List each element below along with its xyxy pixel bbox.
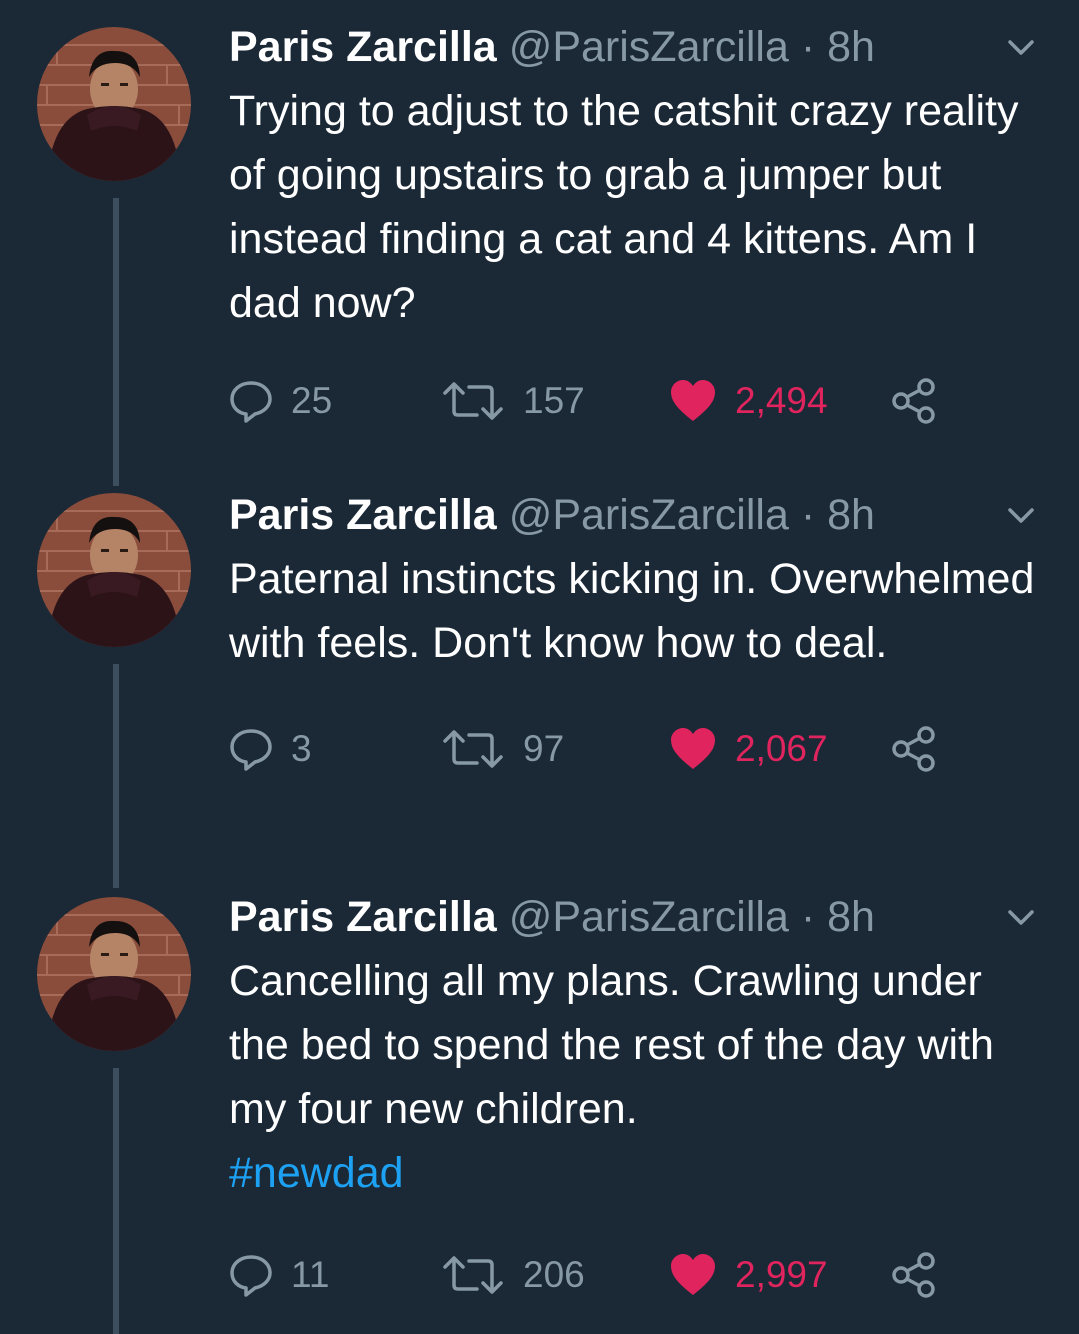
thread-connector [113, 1068, 119, 1334]
tweet-header: Paris Zarcilla @ParisZarcilla · 8h [229, 15, 1039, 79]
tweet-content: Paris Zarcilla @ParisZarcilla · 8h Cance… [229, 885, 1039, 1305]
retweet-arrows-icon [443, 730, 503, 768]
heart-icon [671, 1254, 715, 1295]
avatar[interactable] [37, 897, 191, 1051]
like-count: 2,067 [735, 728, 828, 769]
tweet-thread: Paris Zarcilla @ParisZarcilla · 8h Tryin… [0, 0, 1079, 1334]
tweet-actions: 11 206 2,997 [229, 1245, 1039, 1305]
retweet-count: 97 [523, 728, 565, 769]
avatar[interactable] [37, 27, 191, 181]
tweet-content: Paris Zarcilla @ParisZarcilla · 8h Tryin… [229, 15, 1039, 431]
heart-icon [671, 728, 715, 769]
share-nodes-icon [892, 378, 935, 424]
user-handle[interactable]: @ParisZarcilla [509, 23, 789, 71]
separator: · [788, 893, 828, 941]
tweet-body: Paternal instincts kicking in. Overwhelm… [229, 555, 1035, 667]
avatar[interactable] [37, 493, 191, 647]
speech-bubble-icon [230, 1255, 272, 1297]
like-button[interactable]: 2,997 [669, 1245, 828, 1305]
retweet-button[interactable]: 157 [441, 371, 585, 431]
tweet-body: Trying to adjust to the catshit crazy re… [229, 87, 1019, 327]
reply-count: 3 [291, 728, 312, 769]
chevron-down-icon[interactable] [1003, 497, 1039, 533]
speech-bubble-icon [230, 729, 272, 771]
like-button[interactable]: 2,494 [669, 371, 828, 431]
reply-button[interactable]: 3 [229, 719, 312, 779]
hashtag-link[interactable]: #newdad [229, 1141, 1039, 1205]
reply-button[interactable]: 11 [229, 1245, 329, 1305]
reply-count: 11 [291, 1254, 330, 1295]
retweet-arrows-icon [443, 1256, 503, 1294]
tweet-text: Cancelling all my plans. Crawling under … [229, 949, 1039, 1205]
share-nodes-icon [892, 1252, 935, 1298]
heart-icon [671, 380, 715, 421]
share-button[interactable] [890, 719, 938, 779]
tweet-body: Cancelling all my plans. Crawling under … [229, 957, 994, 1133]
retweet-arrows-icon [443, 382, 503, 420]
user-handle[interactable]: @ParisZarcilla [509, 893, 789, 941]
retweet-count: 206 [523, 1254, 585, 1295]
timestamp[interactable]: 8h [827, 23, 875, 71]
tweet-content: Paris Zarcilla @ParisZarcilla · 8h Pater… [229, 483, 1039, 779]
separator: · [788, 491, 828, 539]
display-name[interactable]: Paris Zarcilla [229, 491, 497, 539]
thread-connector [113, 198, 119, 486]
share-button[interactable] [890, 1245, 938, 1305]
thread-connector [113, 664, 119, 888]
timestamp[interactable]: 8h [827, 893, 875, 941]
retweet-button[interactable]: 97 [441, 719, 564, 779]
retweet-button[interactable]: 206 [441, 1245, 585, 1305]
reply-count: 25 [291, 380, 333, 421]
reply-button[interactable]: 25 [229, 371, 332, 431]
share-button[interactable] [890, 371, 938, 431]
tweet-actions: 25 157 2,494 [229, 371, 1039, 431]
tweet-text: Paternal instincts kicking in. Overwhelm… [229, 547, 1039, 675]
display-name[interactable]: Paris Zarcilla [229, 23, 497, 71]
retweet-count: 157 [523, 380, 585, 421]
like-button[interactable]: 2,067 [669, 719, 828, 779]
user-handle[interactable]: @ParisZarcilla [509, 491, 789, 539]
like-count: 2,494 [735, 380, 828, 421]
tweet-actions: 3 97 2,067 [229, 719, 1039, 779]
tweet-header: Paris Zarcilla @ParisZarcilla · 8h [229, 483, 1039, 547]
speech-bubble-icon [230, 381, 272, 423]
chevron-down-icon[interactable] [1003, 29, 1039, 65]
share-nodes-icon [892, 726, 935, 772]
tweet-text: Trying to adjust to the catshit crazy re… [229, 79, 1039, 335]
separator: · [788, 23, 828, 71]
timestamp[interactable]: 8h [827, 491, 875, 539]
chevron-down-icon[interactable] [1003, 899, 1039, 935]
display-name[interactable]: Paris Zarcilla [229, 893, 497, 941]
like-count: 2,997 [735, 1254, 828, 1295]
tweet-header: Paris Zarcilla @ParisZarcilla · 8h [229, 885, 1039, 949]
